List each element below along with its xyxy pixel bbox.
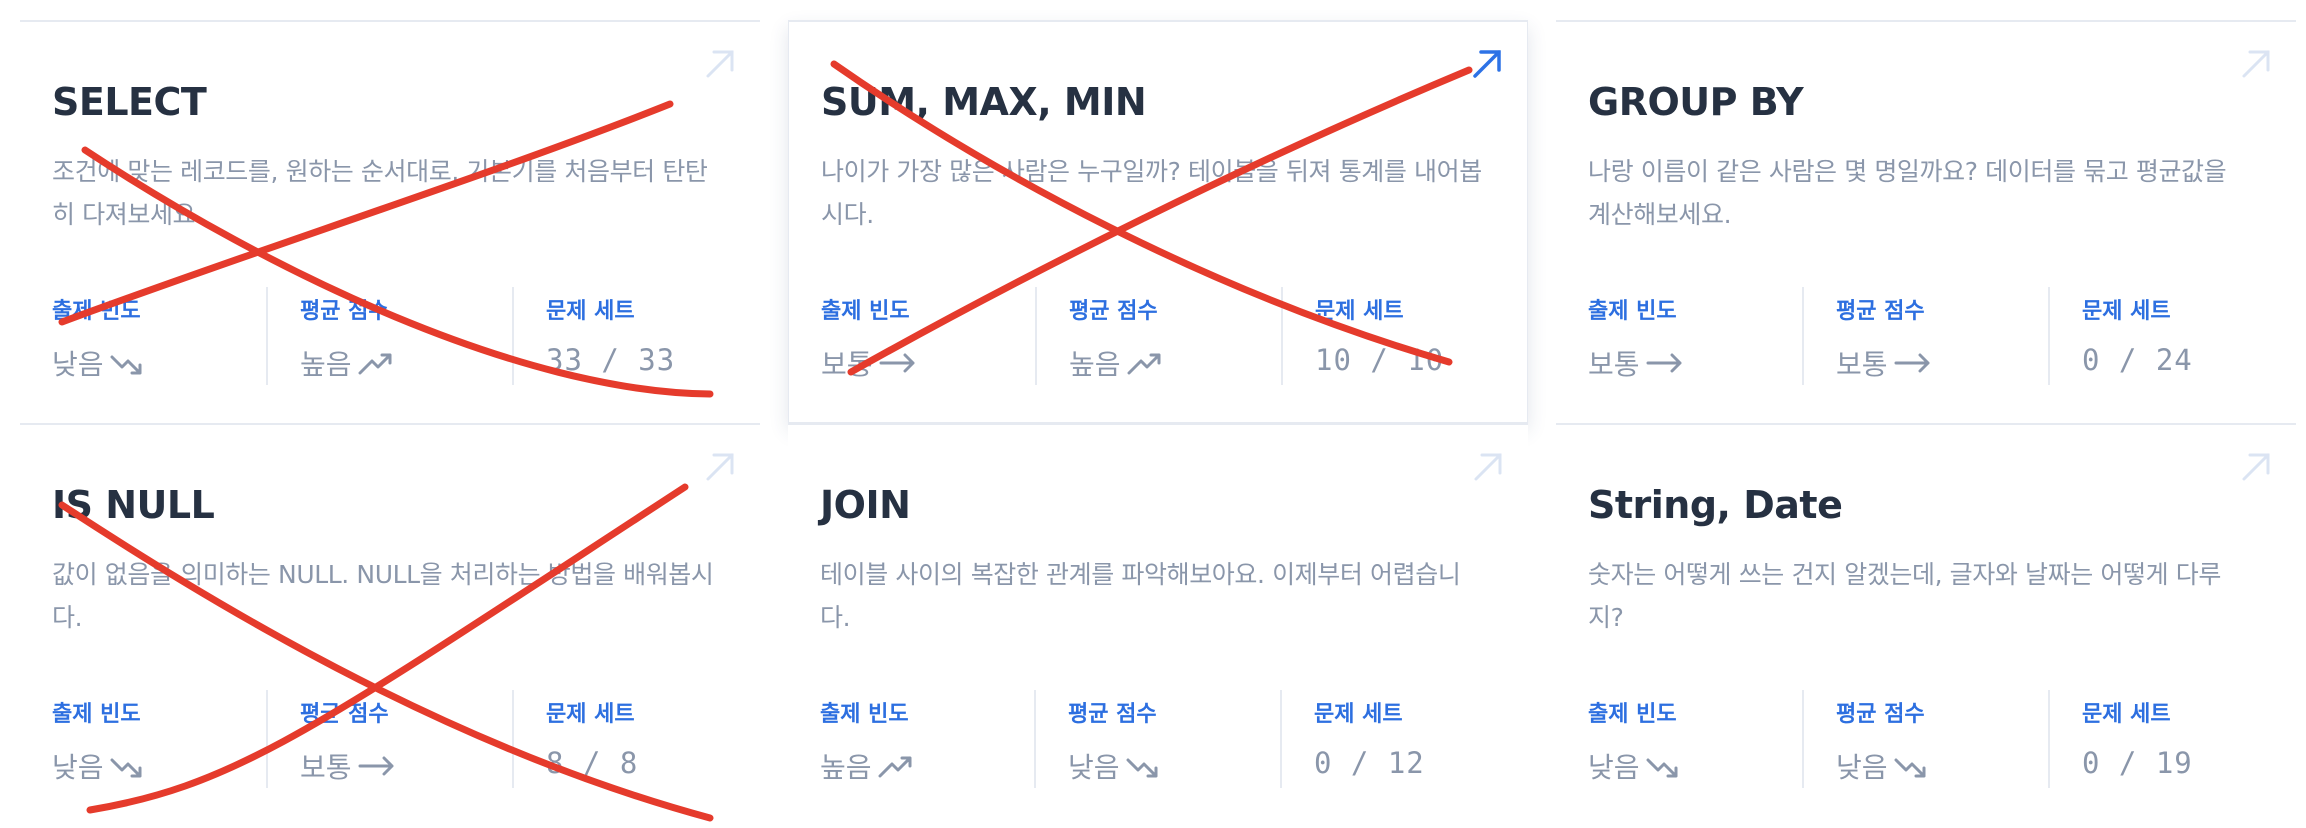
stat-average: 평균 점수 높음 [266,287,511,385]
category-card-join[interactable]: JOIN 테이블 사이의 복잡한 관계를 파악해보아요. 이제부터 어렵습니다.… [788,423,1528,826]
stat-label: 문제 세트 [2082,299,2171,324]
stat-label: 문제 세트 [1314,702,1403,727]
open-arrow-icon[interactable] [2238,46,2274,82]
stat-frequency: 출제 빈도 낮음 [52,690,267,788]
trend-down-icon [1894,758,1926,778]
stat-label: 문제 세트 [546,702,635,727]
stat-label: 평균 점수 [1069,299,1158,324]
stat-average: 평균 점수 보통 [1802,287,2047,385]
stat-label: 출제 빈도 [821,299,910,324]
card-description: 조건에 맞는 레코드를, 원하는 순서대로. 기본기를 처음부터 탄탄히 다져보… [52,157,708,229]
category-card-string-date[interactable]: String, Date 숫자는 어떻게 쓰는 건지 알겠는데, 글자와 날짜는… [1556,423,2296,826]
open-arrow-icon[interactable] [2238,449,2274,485]
stat-average: 평균 점수 보통 [266,690,511,788]
stat-label: 문제 세트 [2082,702,2171,727]
open-arrow-icon[interactable] [1470,449,1506,485]
trend-down-icon [1126,758,1158,778]
average-value: 보통 [1836,348,1888,381]
card-stats: 출제 빈도 낮음 평균 점수 보통 문제 세트 8 / 8 [52,690,732,788]
stat-frequency: 출제 빈도 보통 [821,287,1036,385]
arrow-right-icon [358,756,394,776]
frequency-value: 높음 [820,751,872,784]
card-description: 값이 없음을 의미하는 NULL. NULL을 처리하는 방법을 배워봅시다. [52,560,714,632]
trend-down-icon [110,758,142,778]
category-card-group-by[interactable]: GROUP BY 나랑 이름이 같은 사람은 몇 명일까요? 데이터를 묶고 평… [1556,20,2296,423]
stat-label: 출제 빈도 [52,702,141,727]
frequency-value: 보통 [1588,348,1640,381]
open-arrow-icon[interactable] [1469,46,1505,82]
stat-frequency: 출제 빈도 낮음 [52,287,267,385]
stat-frequency: 출제 빈도 높음 [820,690,1035,788]
card-title: IS NULL [52,483,215,527]
sets-value: 8 / 8 [546,746,639,780]
trend-down-icon [1646,758,1678,778]
card-title: String, Date [1588,483,1843,527]
arrow-right-icon [1646,353,1682,373]
card-stats: 출제 빈도 보통 평균 점수 보통 문제 세트 0 / 24 [1588,287,2268,385]
category-card-sum-max-min[interactable]: SUM, MAX, MIN 나이가 가장 많은 사람은 누구일까? 테이블을 뒤… [788,20,1528,423]
average-value: 높음 [300,348,352,381]
sets-value: 10 / 10 [1315,343,1445,377]
stat-sets: 문제 세트 10 / 10 [1281,287,1501,385]
card-title: SUM, MAX, MIN [821,80,1147,124]
stat-average: 평균 점수 낮음 [1802,690,2047,788]
stat-sets: 문제 세트 0 / 24 [2048,287,2268,385]
card-stats: 출제 빈도 높음 평균 점수 낮음 문제 세트 0 / 12 [820,690,1500,788]
sets-value: 0 / 12 [1314,746,1425,780]
card-description: 숫자는 어떻게 쓰는 건지 알겠는데, 글자와 날짜는 어떻게 다루지? [1588,560,2221,632]
arrow-right-icon [1894,353,1930,373]
average-value: 높음 [1069,348,1121,381]
stat-label: 평균 점수 [1836,702,1925,727]
card-description: 나이가 가장 많은 사람은 누구일까? 테이블을 뒤져 통계를 내어봅시다. [821,157,1482,229]
stat-average: 평균 점수 낮음 [1034,690,1279,788]
trend-down-icon [110,355,142,375]
stat-sets: 문제 세트 0 / 12 [1280,690,1500,788]
open-arrow-icon[interactable] [702,46,738,82]
card-stats: 출제 빈도 낮음 평균 점수 높음 문제 세트 33 / 33 [52,287,732,385]
trend-up-icon [878,756,912,778]
stat-label: 문제 세트 [546,299,635,324]
stat-sets: 문제 세트 33 / 33 [512,287,732,385]
stat-label: 평균 점수 [1836,299,1925,324]
average-value: 보통 [300,751,352,784]
card-description: 테이블 사이의 복잡한 관계를 파악해보아요. 이제부터 어렵습니다. [820,560,1461,632]
category-card-select[interactable]: SELECT 조건에 맞는 레코드를, 원하는 순서대로. 기본기를 처음부터 … [20,20,760,423]
card-title: GROUP BY [1588,80,1804,124]
stat-average: 평균 점수 높음 [1035,287,1280,385]
category-card-is-null[interactable]: IS NULL 값이 없음을 의미하는 NULL. NULL을 처리하는 방법을… [20,423,760,826]
stat-label: 문제 세트 [1315,299,1404,324]
trend-up-icon [358,353,392,375]
stat-sets: 문제 세트 0 / 19 [2048,690,2268,788]
open-arrow-icon[interactable] [702,449,738,485]
stat-label: 평균 점수 [300,702,389,727]
stat-label: 출제 빈도 [820,702,909,727]
frequency-value: 낮음 [52,751,104,784]
card-stats: 출제 빈도 낮음 평균 점수 낮음 문제 세트 0 / 19 [1588,690,2268,788]
stat-frequency: 출제 빈도 보통 [1588,287,1803,385]
stat-sets: 문제 세트 8 / 8 [512,690,732,788]
stat-label: 평균 점수 [300,299,389,324]
trend-up-icon [1127,353,1161,375]
card-title: JOIN [820,483,911,527]
card-stats: 출제 빈도 보통 평균 점수 높음 문제 세트 10 / 10 [821,287,1501,385]
frequency-value: 낮음 [52,348,104,381]
stat-label: 평균 점수 [1068,702,1157,727]
card-title: SELECT [52,80,207,124]
category-grid: SELECT 조건에 맞는 레코드를, 원하는 순서대로. 기본기를 처음부터 … [20,20,2296,826]
stat-label: 출제 빈도 [1588,299,1677,324]
stat-label: 출제 빈도 [1588,702,1677,727]
average-value: 낮음 [1836,751,1888,784]
card-description: 나랑 이름이 같은 사람은 몇 명일까요? 데이터를 묶고 평균값을 계산해보세… [1588,157,2227,229]
arrow-right-icon [879,353,915,373]
stat-frequency: 출제 빈도 낮음 [1588,690,1803,788]
average-value: 낮음 [1068,751,1120,784]
frequency-value: 낮음 [1588,751,1640,784]
frequency-value: 보통 [821,348,873,381]
sets-value: 0 / 24 [2082,343,2193,377]
sets-value: 33 / 33 [546,343,676,377]
stat-label: 출제 빈도 [52,299,141,324]
sets-value: 0 / 19 [2082,746,2193,780]
